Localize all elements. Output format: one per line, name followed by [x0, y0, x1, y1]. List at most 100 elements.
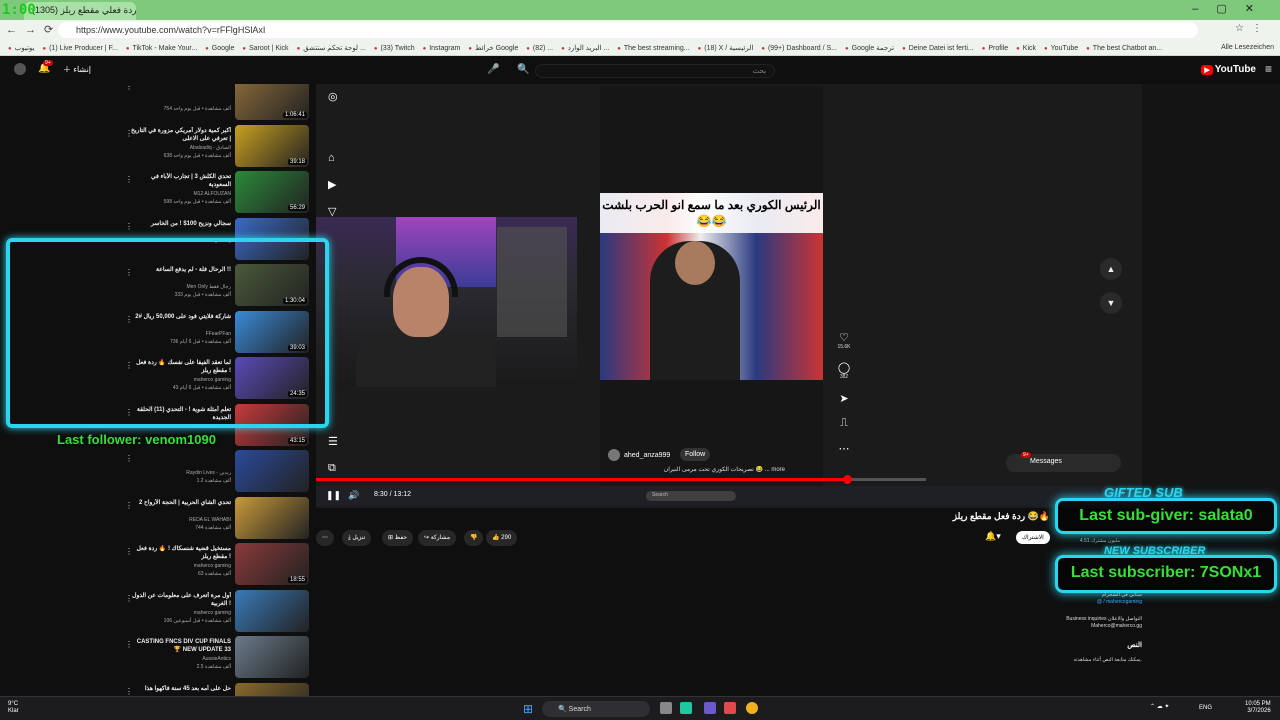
more-options-icon[interactable]: ⋮ [125, 129, 133, 138]
bookmark-item[interactable]: (99+) Dashboard / S... [761, 45, 837, 52]
more-options-icon[interactable]: ⋮ [125, 640, 133, 649]
video-title[interactable]: CASTING FNCS DIV CUP FINALS 🏆 NEW UPDATE… [131, 638, 231, 654]
bookmark-item[interactable]: Profile [982, 45, 1008, 52]
browser-extension-icons[interactable]: ☆⋮ [1235, 23, 1270, 34]
video-title[interactable]: سجالي ونزيح 100$ ! من الخاسر [131, 220, 231, 236]
search-icon[interactable]: 🔍 [517, 64, 529, 75]
more-actions-button[interactable]: ⋯ [316, 530, 334, 546]
video-thumbnail[interactable]: 18:55 [235, 543, 309, 585]
description-line[interactable]: @ / mahercogaming [1046, 599, 1142, 606]
video-title[interactable] [131, 84, 231, 96]
channel-name[interactable]: maherco gaming [131, 610, 231, 616]
bookmark-item[interactable]: Google ترجمة [845, 44, 894, 52]
chevron-down-icon[interactable]: ▼ [1100, 292, 1122, 314]
bookmark-item[interactable]: YouTube [1044, 45, 1079, 52]
avatar[interactable] [14, 63, 26, 75]
video-thumbnail[interactable] [235, 636, 309, 678]
bookmark-item[interactable]: Deine Datei ist ferti... [902, 45, 974, 52]
clock[interactable]: 10:05 PM 3/7/2026 [1245, 701, 1271, 715]
comment-short-button[interactable]: ◯ 382 [836, 361, 852, 380]
follow-button[interactable]: Follow [680, 448, 711, 461]
bookmark-item[interactable]: (18) X / الرئيسية [698, 44, 753, 52]
recommended-video[interactable]: Raydin Lives - ريدين 1.2 ألف مشاهدة ⋮ [125, 450, 312, 494]
subscription-bell-icon[interactable]: 🔔▾ [985, 531, 1001, 542]
short-author[interactable]: ahed_anza999 [608, 449, 670, 461]
create-button[interactable]: ＋ إنشاء [63, 64, 91, 75]
more-options-icon[interactable]: ⋮ [125, 687, 133, 696]
bookmark-item[interactable]: (82) ... [526, 45, 553, 52]
more-options-icon[interactable]: ⋮ [125, 501, 133, 510]
home-icon[interactable]: ⌂ [328, 152, 335, 164]
app-icon[interactable] [724, 702, 736, 714]
volume-icon[interactable]: 🔊 [348, 490, 359, 501]
channel-name[interactable]: Abalsadiq - الصادق [131, 145, 231, 151]
bookmark-item[interactable]: يوتيوب [8, 44, 35, 52]
bookmark-item[interactable]: TikTok - Make Your... [126, 45, 197, 52]
bookmark-item[interactable]: لوحة تحكم ستتشق ... [297, 44, 366, 52]
more-short-button[interactable]: ⋯ [836, 442, 852, 455]
video-title[interactable]: حل على أمه بعد 45 سنة فاكهوا هذا [131, 685, 231, 697]
channel-name[interactable]: Raydin Lives - ريدين [131, 470, 231, 476]
progress-scrubber[interactable] [842, 475, 852, 484]
video-thumbnail[interactable]: 1:06:41 [235, 84, 309, 120]
browser-tab[interactable]: (1305) ردة فعلي مقطع ريلز [24, 2, 136, 20]
bookmark-item[interactable]: Saroot | Kick [242, 45, 289, 52]
more-options-icon[interactable]: ⋮ [125, 454, 133, 463]
channel-name[interactable]: M12 ALFOUZAN [131, 191, 231, 197]
address-bar[interactable]: https://www.youtube.com/watch?v=rFFlgHSl… [58, 22, 1198, 38]
window-controls[interactable]: –▢✕ [1192, 2, 1272, 15]
video-thumbnail[interactable] [235, 589, 309, 632]
bookmark-item[interactable]: Kick [1016, 45, 1036, 52]
network-icon[interactable]: ⧉ [328, 462, 336, 475]
save-short-button[interactable]: ⎍ [836, 417, 852, 430]
video-thumbnail[interactable] [235, 496, 309, 539]
pause-icon[interactable]: ❚❚ [326, 490, 341, 501]
channel-name[interactable]: REDA EL WAHABI [131, 517, 231, 523]
bookmark-item[interactable]: (33) Twitch [374, 45, 414, 52]
channel-name[interactable]: maherco gaming [131, 563, 231, 569]
channel-name[interactable]: AussieAntics [131, 656, 231, 662]
windows-start-icon[interactable]: ⊞ [523, 702, 533, 716]
bookmark-item[interactable]: (1) Live Producer | F... [42, 45, 118, 52]
progress-bar[interactable] [316, 475, 926, 484]
bookmark-item[interactable]: البريد الوارد ... [561, 44, 610, 52]
youtube-logo[interactable]: ▶ YouTube [1201, 64, 1256, 75]
share-short-button[interactable]: ➤ [836, 392, 852, 405]
video-title[interactable]: مستخيل قضية شنسكاك ! 🔥 ردة فعل مقطع ريلز… [131, 545, 231, 561]
app-icon[interactable] [680, 702, 692, 714]
more-options-icon[interactable]: ⋮ [125, 222, 133, 231]
bookmark-item[interactable]: The best Chatbot an... [1086, 45, 1162, 52]
bookmark-item[interactable]: Instagram [423, 45, 460, 52]
recommended-video[interactable]: 18:55 مستخيل قضية شنسكاك ! 🔥 ردة فعل مقطع… [125, 543, 312, 587]
recommended-video[interactable]: CASTING FNCS DIV CUP FINALS 🏆 NEW UPDATE… [125, 636, 312, 680]
language-indicator[interactable]: ENG [1199, 705, 1212, 711]
more-options-icon[interactable]: ⋮ [125, 547, 133, 556]
instagram-icon[interactable]: ◎ [328, 90, 338, 103]
like-short-button[interactable]: ♡ 15.6K [836, 331, 852, 350]
all-bookmarks-button[interactable]: Alle Lesezeichen [1221, 44, 1274, 51]
recommended-video[interactable]: 1:06:41 754 ألف مشاهدة • قبل يوم واحد ⋮ [125, 84, 312, 122]
video-icon[interactable]: ▶ [328, 178, 336, 191]
messages-button[interactable]: 9+ Messages [1006, 452, 1121, 472]
recommended-video[interactable]: حل على أمه بعد 45 سنة فاكهوا هذاmaherco … [125, 682, 312, 697]
bookmark-item[interactable]: خرائط Google [468, 44, 518, 52]
video-thumbnail[interactable]: 56:29 [235, 171, 309, 213]
more-options-icon[interactable]: ⋮ [125, 175, 133, 184]
chrome-icon[interactable] [746, 702, 758, 714]
share-button[interactable]: ↪ مشاركة [418, 530, 457, 546]
download-button[interactable]: ⤓ تنزيل [342, 530, 372, 546]
video-title[interactable]: أول مرة أتعرف على معلومات عن الدول الغرب… [131, 592, 231, 608]
video-title[interactable]: تحدي الكلش 3 | تجارب الأباء في السعودية [131, 173, 231, 189]
short-video[interactable]: الرئيس الكوري بعد ما سمع انو الحرب بلشت … [600, 193, 823, 380]
video-thumbnail[interactable] [235, 450, 309, 492]
subscribe-button[interactable]: الاشتراك [1016, 531, 1050, 544]
save-button[interactable]: ⊞ حفظ [382, 530, 414, 546]
bookmark-item[interactable]: The best streaming... [617, 45, 690, 52]
dislike-button[interactable]: 👎 [464, 530, 484, 546]
more-options-icon[interactable]: ⋮ [125, 594, 133, 603]
menu-lines-icon[interactable]: ☰ [328, 435, 338, 448]
video-title[interactable]: تحدي الشاي الحربية | الحجة الأرواح 2 [131, 499, 231, 515]
more-options-icon[interactable]: ⋮ [125, 84, 133, 91]
bookmark-item[interactable]: Google [205, 45, 235, 52]
app-icon[interactable] [704, 702, 716, 714]
